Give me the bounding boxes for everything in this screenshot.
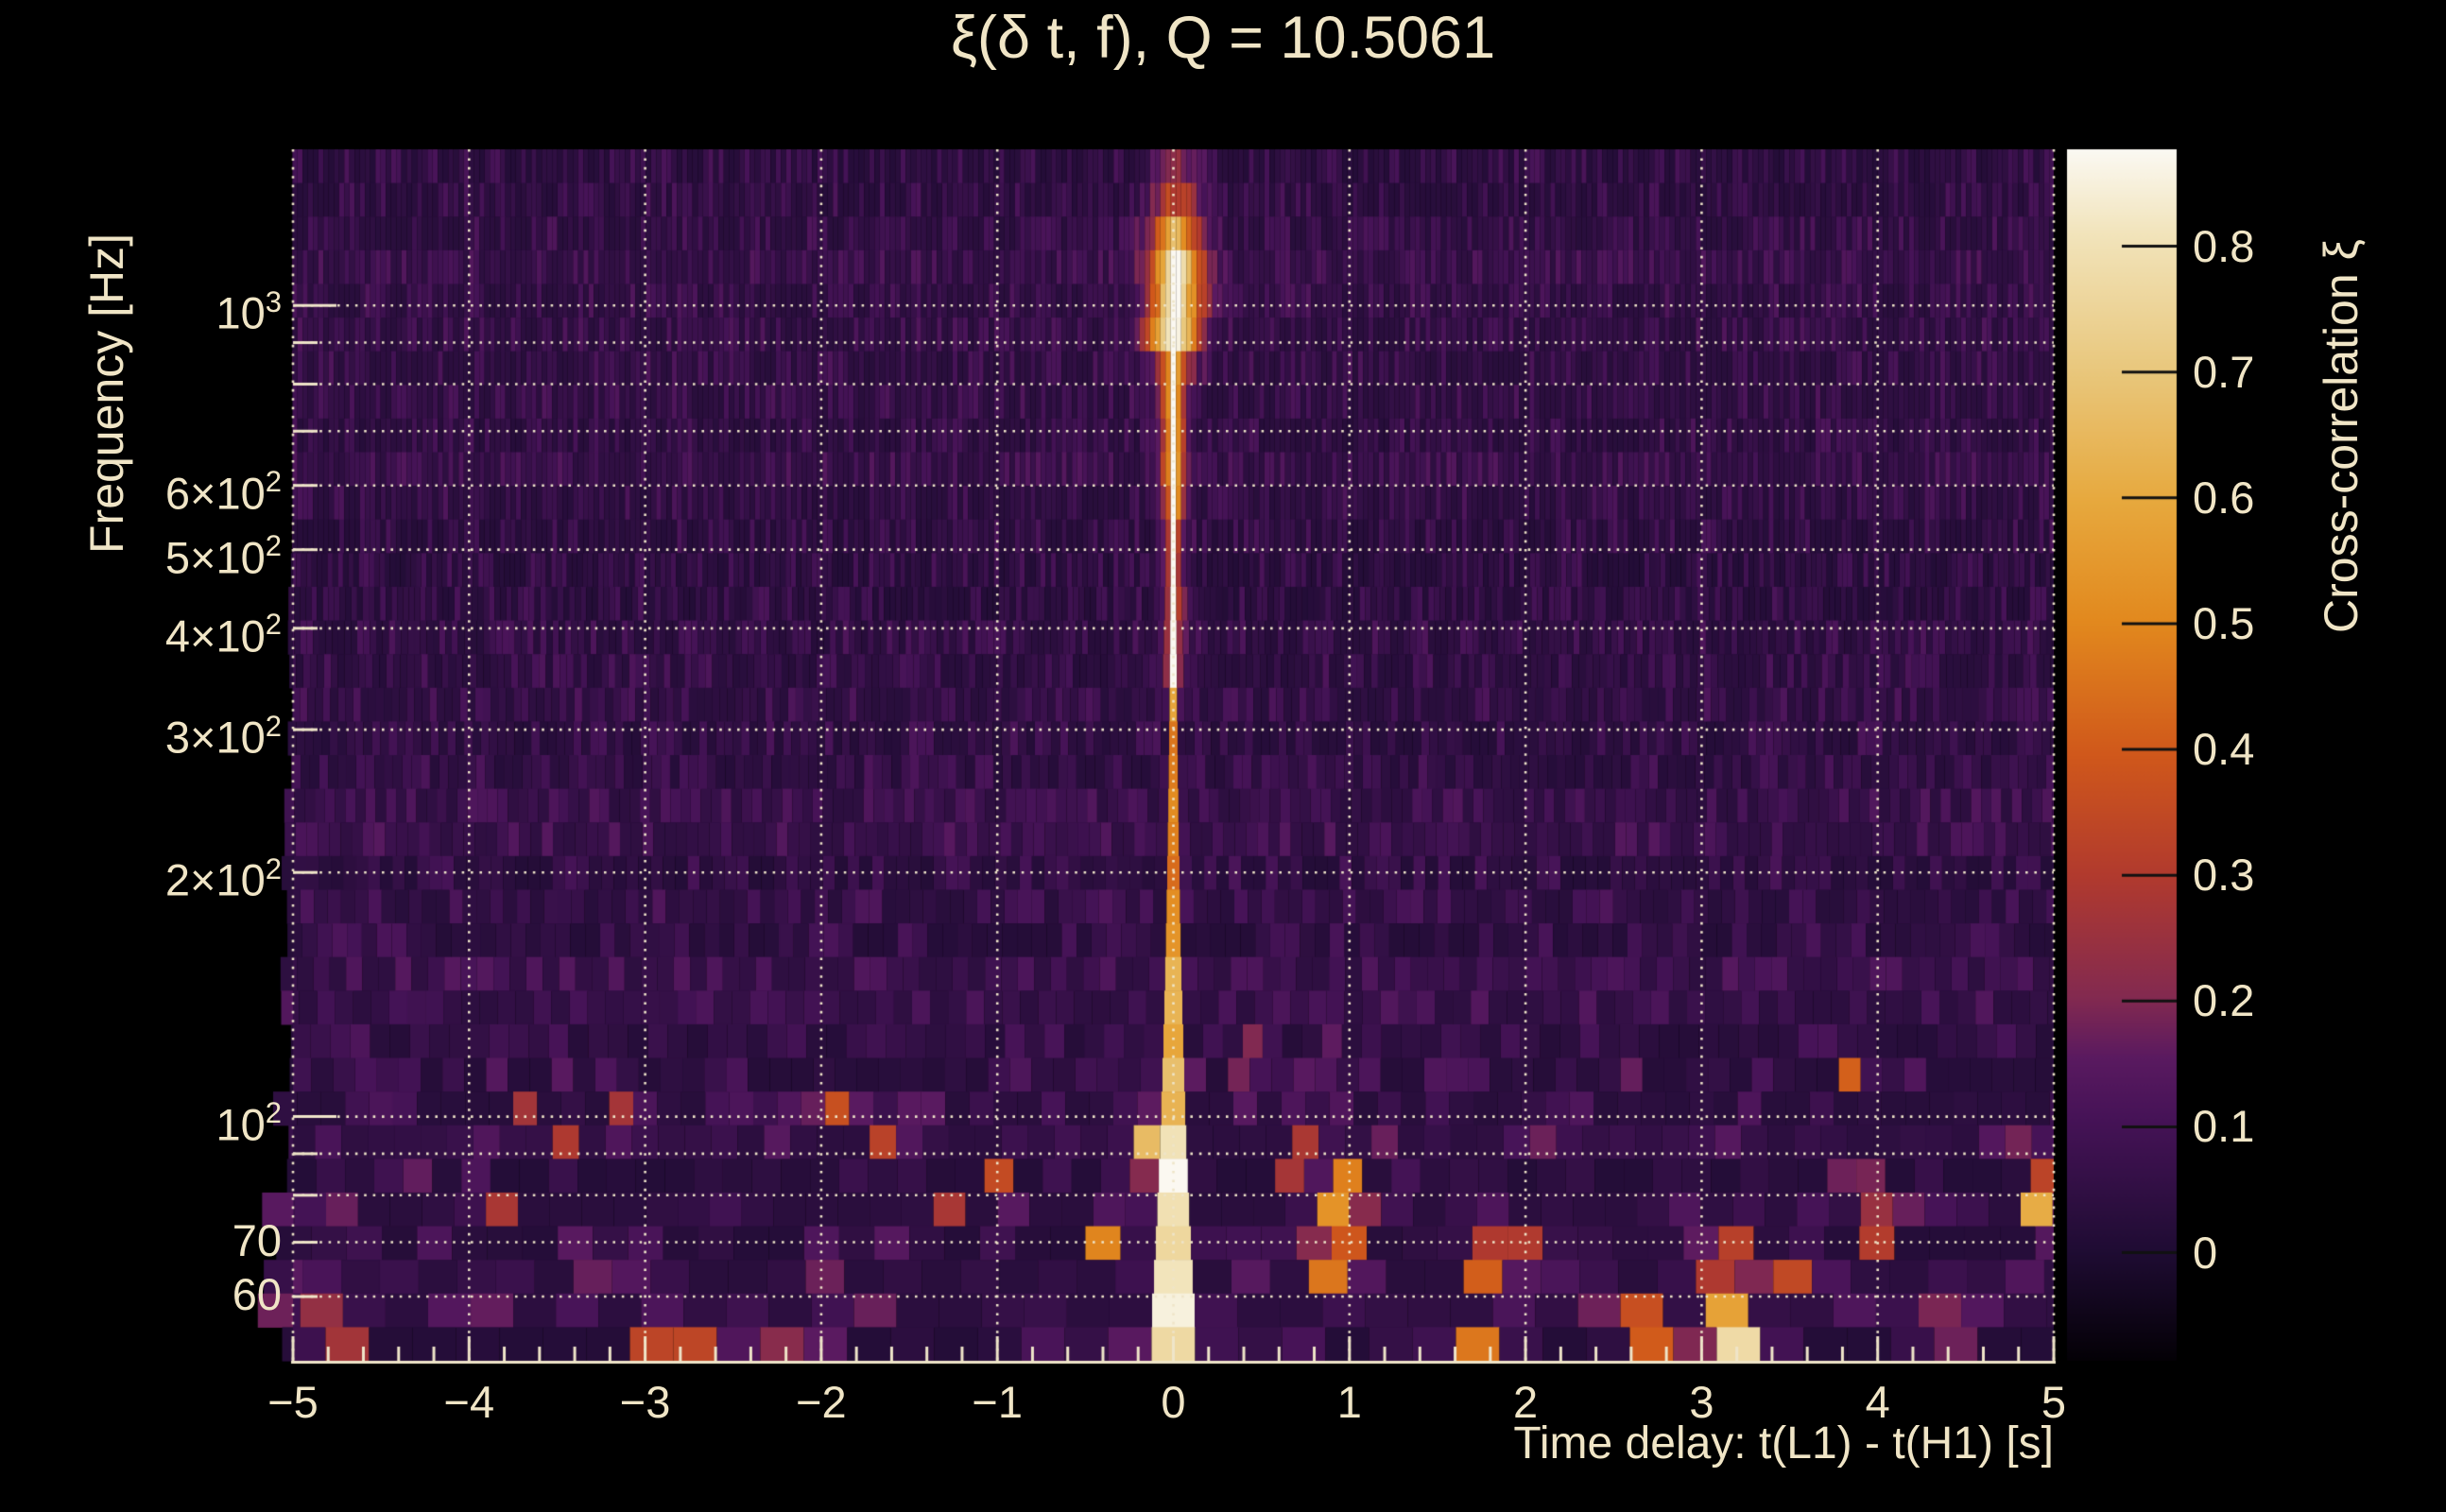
colorbar-tick-label: 0.4 — [2193, 724, 2255, 774]
colorbar-tick-label: 0.5 — [2193, 597, 2255, 648]
colorbar-tick-label: 0.2 — [2193, 975, 2255, 1026]
x-tick-label: 4 — [1865, 1377, 1890, 1427]
colorbar-tick-label: 0.8 — [2193, 220, 2255, 271]
heatmap-plot-area — [0, 0, 2446, 1512]
x-tick-label: −2 — [796, 1377, 847, 1427]
y-tick-label: 4×102 — [164, 608, 282, 662]
x-tick-label: −5 — [267, 1377, 319, 1427]
colorbar-tick-label: 0.7 — [2193, 346, 2255, 397]
x-tick-label: 1 — [1336, 1377, 1362, 1427]
plot-title: ξ(δ t, f), Q = 10.5061 — [950, 5, 1496, 71]
x-tick-label: −1 — [972, 1377, 1023, 1427]
y-tick-label: 5×102 — [164, 529, 282, 583]
colorbar-tick-label: 0.3 — [2193, 850, 2255, 901]
colorbar-tick-label: 0 — [2193, 1227, 2218, 1278]
colorbar-tick-label: 0.6 — [2193, 472, 2255, 523]
y-tick-label: 3×102 — [164, 709, 282, 763]
x-tick-label: 2 — [1513, 1377, 1539, 1427]
x-tick-label: 0 — [1161, 1377, 1186, 1427]
y-tick-label: 103 — [215, 284, 282, 338]
x-tick-label: −4 — [443, 1377, 495, 1427]
y-tick-label: 6×102 — [164, 465, 282, 519]
y-tick-label: 102 — [215, 1096, 282, 1150]
y-tick-label: 60 — [232, 1269, 282, 1320]
x-tick-label: 3 — [1689, 1377, 1714, 1427]
x-tick-label: −3 — [619, 1377, 671, 1427]
figure-page: ξ(δ t, f), Q = 10.5061 Time delay: t(L1)… — [0, 0, 2446, 1512]
colorbar-tick-label: 0.1 — [2193, 1101, 2255, 1152]
y-tick-label: 2×102 — [164, 851, 282, 905]
y-tick-label: 70 — [232, 1214, 282, 1265]
x-tick-label: 5 — [2041, 1377, 2067, 1427]
